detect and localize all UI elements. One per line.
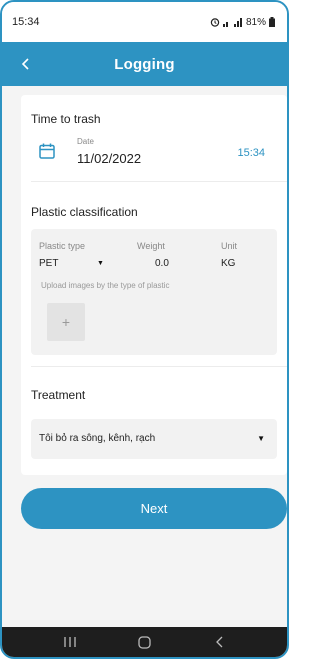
- status-indicators: 81%: [210, 17, 275, 28]
- weight-input[interactable]: 0.0: [155, 258, 169, 269]
- alarm-icon: [210, 18, 220, 27]
- date-label: Date: [77, 137, 94, 146]
- chevron-down-icon: ▼: [257, 434, 265, 443]
- weight-label: Weight: [137, 241, 165, 251]
- treatment-select[interactable]: Tôi bỏ ra sông, kênh, rạch ▼: [31, 419, 277, 459]
- calendar-icon: [39, 143, 55, 159]
- plastic-classification-title: Plastic classification: [31, 205, 138, 219]
- chevron-left-icon: [21, 58, 29, 70]
- section-divider: [31, 181, 287, 182]
- plastic-type-label: Plastic type: [39, 241, 86, 251]
- date-value: 11/02/2022: [77, 151, 142, 166]
- treatment-title: Treatment: [31, 388, 86, 402]
- recent-apps-icon: [63, 637, 76, 647]
- treatment-value: Tôi bỏ ra sông, kênh, rạch: [39, 433, 156, 444]
- unit-value: KG: [221, 258, 236, 269]
- section-divider: [31, 366, 287, 367]
- upload-image-button[interactable]: +: [47, 303, 85, 341]
- page-title: Logging: [114, 55, 175, 73]
- plastic-type-select[interactable]: PET ▼: [31, 253, 121, 273]
- back-icon: [215, 636, 222, 648]
- back-nav-button[interactable]: [205, 627, 235, 657]
- time-to-trash-title: Time to trash: [31, 112, 101, 126]
- next-button[interactable]: Next: [21, 488, 287, 529]
- time-value[interactable]: 15:34: [237, 147, 265, 159]
- upload-images-label: Upload images by the type of plastic: [41, 281, 170, 290]
- signal-icon: [222, 17, 242, 27]
- plastic-type-value: PET: [39, 258, 59, 269]
- home-icon: [138, 635, 151, 649]
- home-button[interactable]: [130, 627, 160, 657]
- unit-label: Unit: [221, 241, 238, 251]
- plastic-classification-box: Plastic type Weight Unit PET ▼ 0.0 KG Up…: [31, 229, 277, 355]
- date-picker[interactable]: Date 11/02/2022 15:34: [31, 137, 277, 167]
- battery-percent: 81%: [245, 16, 266, 28]
- recent-apps-button[interactable]: [55, 627, 85, 657]
- phone-frame: 15:34 81% Logging Time to trash Date 11/…: [0, 0, 289, 659]
- system-nav-bar: [2, 627, 287, 657]
- battery-icon: [269, 17, 275, 27]
- back-button[interactable]: [12, 50, 40, 78]
- status-bar: 15:34 81%: [2, 2, 287, 42]
- logging-card: Time to trash Date 11/02/2022 15:34 Plas…: [21, 95, 287, 475]
- app-header: Logging: [2, 42, 287, 86]
- status-time: 15:34: [12, 16, 40, 28]
- chevron-down-icon: ▼: [97, 260, 104, 267]
